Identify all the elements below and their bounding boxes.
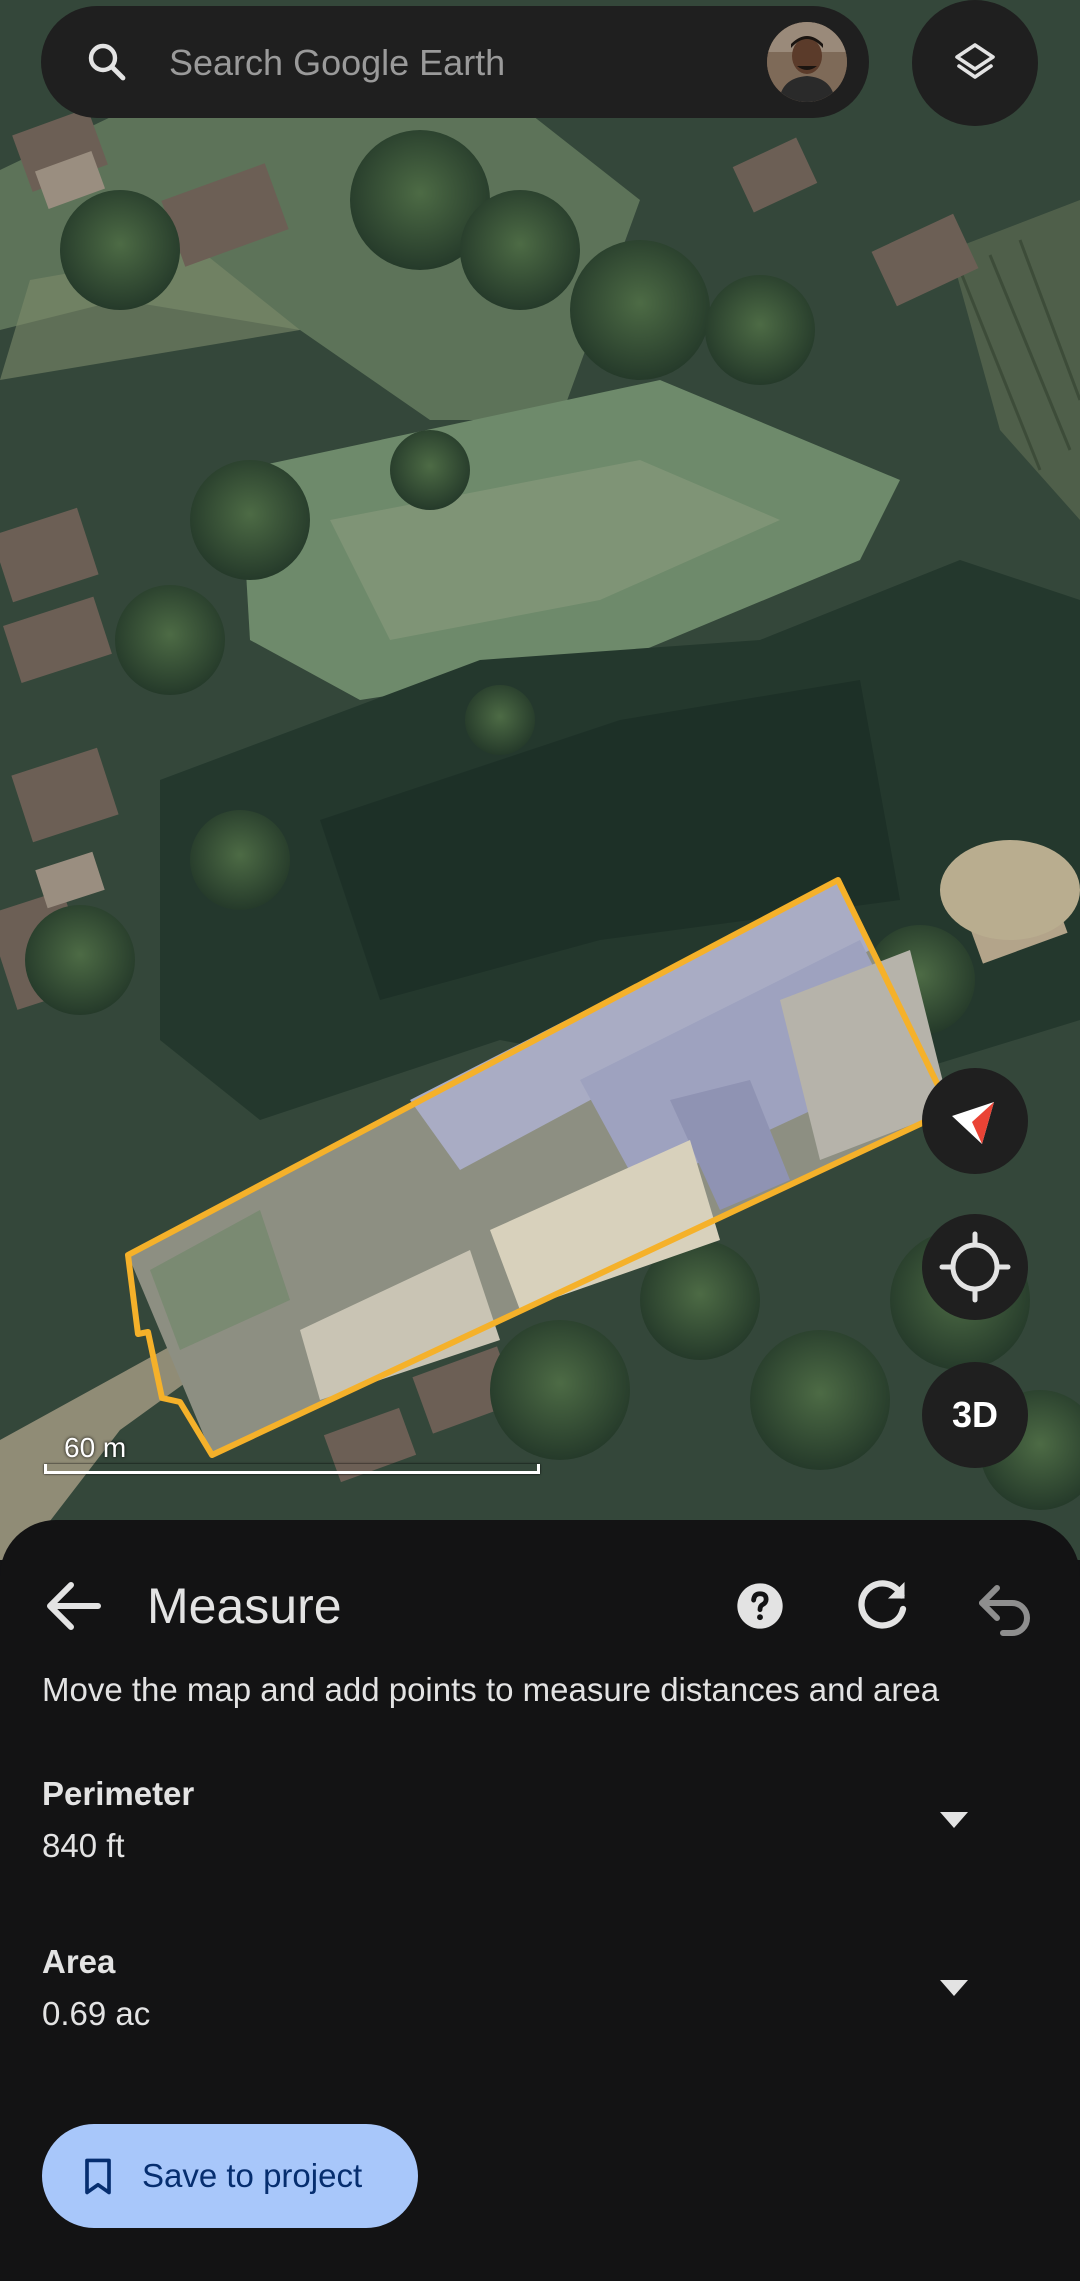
bookmark-icon — [85, 2158, 111, 2195]
scale-bar: 60 m — [44, 1432, 540, 1474]
sheet-header: Measure — [0, 1520, 1080, 1670]
instructions-text: Move the map and add points to measure d… — [42, 1671, 940, 1708]
refresh-icon — [858, 1580, 907, 1629]
area-label: Area — [42, 1943, 116, 1980]
arrow-drop-down-icon[interactable] — [938, 1810, 970, 1830]
my-location-icon — [939, 1231, 1011, 1303]
undo-button[interactable] — [970, 1570, 1042, 1642]
search-icon[interactable] — [83, 38, 131, 86]
layers-button[interactable] — [912, 0, 1038, 126]
search-input[interactable] — [167, 6, 731, 120]
perimeter-value: 840 ft — [42, 1827, 125, 1864]
3d-toggle-button[interactable]: 3D — [922, 1362, 1028, 1468]
avatar[interactable] — [767, 22, 847, 102]
sheet-title: Measure — [147, 1578, 342, 1634]
reset-button[interactable] — [846, 1570, 918, 1642]
google-earth-measure-screen: 3D 60 m Measure — [0, 0, 1080, 2281]
layers-icon — [955, 43, 995, 79]
measure-sheet: Measure Move the map and add points to m… — [0, 1520, 1080, 2281]
save-label: Save to project — [142, 2157, 363, 2194]
undo-icon — [979, 1585, 1030, 1636]
my-location-button[interactable] — [922, 1214, 1028, 1320]
scale-line — [44, 1464, 540, 1474]
save-to-project-button[interactable]: Save to project — [42, 2124, 418, 2228]
compass-icon — [952, 1102, 994, 1144]
arrow-drop-down-icon[interactable] — [938, 1978, 970, 1998]
compass-button[interactable] — [922, 1068, 1028, 1174]
scale-label: 60 m — [64, 1432, 127, 1463]
arrow-back-icon — [47, 1582, 101, 1630]
3d-label: 3D — [951, 1394, 999, 1435]
area-row[interactable]: Area 0.69 ac — [0, 1938, 1080, 2058]
perimeter-label: Perimeter — [42, 1775, 195, 1812]
satellite-map[interactable] — [0, 0, 1080, 1560]
area-value: 0.69 ac — [42, 1995, 151, 2032]
perimeter-row[interactable]: Perimeter 840 ft — [0, 1770, 1080, 1890]
search-bar[interactable] — [41, 6, 869, 120]
help-button[interactable] — [728, 1574, 792, 1638]
help-icon — [737, 1583, 783, 1629]
back-button[interactable] — [38, 1570, 110, 1642]
